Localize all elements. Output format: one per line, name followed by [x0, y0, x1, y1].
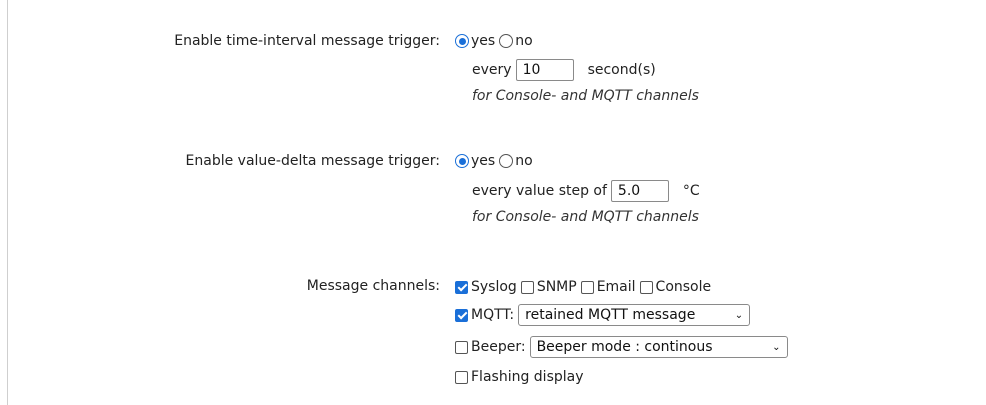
- flashing-display-label: Flashing display: [471, 369, 584, 385]
- time-trigger-yes-label: yes: [471, 33, 496, 49]
- mqtt-mode-select[interactable]: retained MQTT message ⌄: [518, 304, 751, 326]
- time-trigger-yes-radio[interactable]: [455, 34, 469, 48]
- beeper-checkbox[interactable]: [455, 340, 468, 354]
- mqtt-checkbox[interactable]: [455, 308, 468, 322]
- flashing-display-checkbox[interactable]: [455, 370, 468, 384]
- beeper-mode-select[interactable]: Beeper mode : continous ⌄: [529, 336, 788, 358]
- mqtt-label: MQTT:: [471, 307, 515, 323]
- mqtt-mode-value: retained MQTT message: [525, 307, 696, 323]
- snmp-checkbox[interactable]: [520, 280, 534, 294]
- console-label: Console: [655, 279, 712, 295]
- syslog-checkbox[interactable]: [455, 280, 468, 294]
- email-checkbox[interactable]: [580, 280, 594, 294]
- time-every-label: every: [472, 62, 512, 78]
- time-trigger-no-radio[interactable]: [499, 34, 514, 48]
- delta-trigger-yes-radio[interactable]: [455, 154, 469, 168]
- snmp-label: SNMP: [536, 279, 577, 295]
- chevron-down-icon: ⌄: [772, 341, 781, 353]
- channels-row-1: Syslog SNMP Email Console: [455, 279, 715, 295]
- delta-every-label: every value step of: [472, 183, 607, 199]
- console-checkbox[interactable]: [639, 280, 653, 294]
- email-label: Email: [596, 279, 636, 295]
- time-trigger-no-label: no: [515, 33, 533, 49]
- time-trigger-label: Enable time-interval message trigger:: [174, 33, 440, 49]
- mqtt-row: MQTT: retained MQTT message ⌄: [455, 304, 751, 326]
- message-channels-label: Message channels:: [306, 278, 440, 294]
- delta-trigger-no-radio[interactable]: [499, 154, 514, 168]
- time-unit-label: second(s): [587, 62, 656, 78]
- beeper-row: Beeper: Beeper mode : continous ⌄: [455, 336, 788, 358]
- delta-trigger-no-label: no: [515, 153, 533, 169]
- delta-step-row: every value step of 5.0 °C: [472, 180, 700, 202]
- delta-step-input[interactable]: 5.0: [610, 180, 669, 202]
- syslog-label: Syslog: [471, 279, 517, 295]
- left-border-line: [7, 0, 8, 405]
- time-trigger-options: yes no: [455, 33, 537, 49]
- time-trigger-note: for Console- and MQTT channels: [472, 88, 699, 104]
- delta-trigger-options: yes no: [455, 153, 537, 169]
- delta-trigger-yes-label: yes: [471, 153, 496, 169]
- delta-trigger-label: Enable value-delta message trigger:: [185, 153, 440, 169]
- time-interval-input[interactable]: 10: [515, 59, 574, 81]
- delta-trigger-note: for Console- and MQTT channels: [472, 209, 699, 225]
- flashing-row: Flashing display: [455, 369, 584, 385]
- beeper-mode-value: Beeper mode : continous: [536, 339, 713, 355]
- delta-unit-label: °C: [682, 183, 700, 199]
- time-interval-row: every 10 second(s): [472, 59, 656, 81]
- beeper-label: Beeper:: [471, 339, 526, 355]
- chevron-down-icon: ⌄: [734, 309, 744, 321]
